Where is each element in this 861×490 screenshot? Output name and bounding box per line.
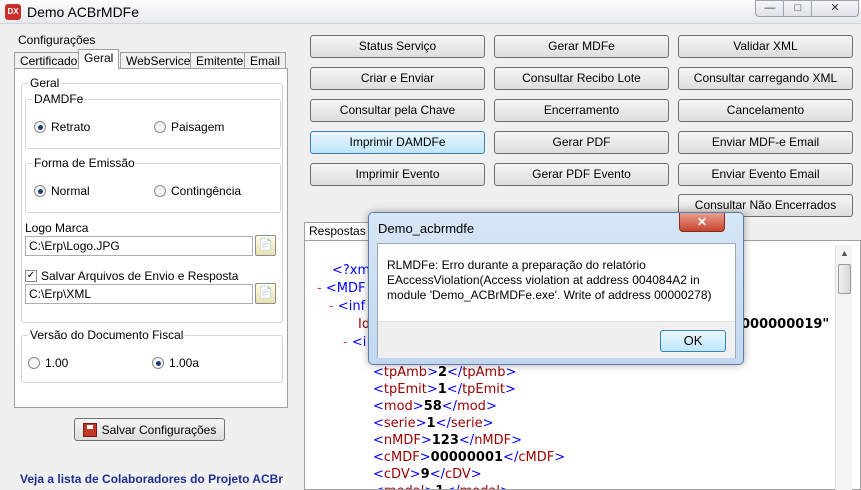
- radio-retrato-dot: [34, 121, 46, 133]
- colaboradores-link[interactable]: Veja a lista de Colaboradores do Projeto…: [20, 472, 283, 486]
- criar-enviar-button[interactable]: Criar e Enviar: [310, 67, 485, 90]
- enviar-mdfe-email-button[interactable]: Enviar MDF-e Email: [678, 131, 853, 154]
- versao-title: Versão do Documento Fiscal: [28, 328, 186, 342]
- dialog-footer: OK: [378, 321, 735, 358]
- logo-label: Logo Marca: [25, 221, 89, 235]
- save-disk-icon: [82, 422, 97, 437]
- validar-xml-button[interactable]: Validar XML: [678, 35, 853, 58]
- xml-line-tpamb: <tpAmb>2</tpAmb>: [373, 365, 517, 380]
- dialog-close-icon[interactable]: ✕: [679, 213, 725, 232]
- tab-respostas[interactable]: Respostas: [304, 222, 371, 240]
- tab-emitente[interactable]: Emitente: [190, 52, 250, 69]
- logo-browse-icon[interactable]: 📄: [255, 235, 276, 256]
- xml-browse-icon[interactable]: 📄: [255, 283, 276, 304]
- geral-group-title: Geral: [28, 76, 62, 90]
- collapse-icon[interactable]: -: [329, 299, 334, 314]
- damdfe-group-title: DAMDFe: [32, 92, 86, 106]
- xml-line: 000000019": [741, 317, 829, 332]
- radio-contingencia-label: Contingência: [171, 184, 242, 198]
- dialog-title: Demo_acbrmdfe: [378, 221, 475, 236]
- versao-group: Versão do Documento Fiscal 1.00 1.00a: [21, 328, 283, 383]
- consultar-carregando-xml-button[interactable]: Consultar carregando XML: [678, 67, 853, 90]
- radio-versao-100a[interactable]: 1.00a: [152, 356, 199, 370]
- tab-email[interactable]: Email: [244, 52, 287, 69]
- dialog-body: RLMDFe: Erro durante a preparação do rel…: [377, 243, 736, 358]
- xml-line-modal: <modal>1</modal>: [373, 484, 511, 489]
- xml-line: - <MDF: [317, 281, 365, 296]
- radio-versao-100-dot: [28, 357, 40, 369]
- scroll-up-icon[interactable]: ▲: [836, 245, 853, 262]
- xml-tag-ide: <i: [351, 335, 367, 350]
- main-window: DX Demo ACBrMDFe — □ ✕ Configurações Cer…: [0, 0, 861, 490]
- radio-normal-dot: [34, 185, 46, 197]
- gerar-mdfe-button[interactable]: Gerar MDFe: [494, 35, 669, 58]
- radio-normal[interactable]: Normal: [34, 184, 90, 198]
- xml-id-value: 000000019": [741, 317, 830, 332]
- xml-line-mod: <mod>58</mod>: [373, 399, 497, 414]
- radio-paisagem-dot: [154, 121, 166, 133]
- radio-versao-100[interactable]: 1.00: [28, 356, 68, 370]
- radio-versao-100-label: 1.00: [45, 356, 69, 370]
- forma-emissao-group: Forma de Emissão Normal Contingência: [25, 156, 281, 213]
- status-servico-button[interactable]: Status Serviço: [310, 35, 485, 58]
- forma-emissao-title: Forma de Emissão: [32, 156, 137, 170]
- tab-certificado[interactable]: Certificado: [14, 52, 84, 69]
- salvar-arquivos-label: Salvar Arquivos de Envio e Resposta: [41, 269, 239, 283]
- minimize-icon[interactable]: —: [755, 0, 785, 17]
- radio-contingencia[interactable]: Contingência: [154, 184, 241, 198]
- xml-line-tpemit: <tpEmit>1</tpEmit>: [373, 382, 516, 397]
- logo-path-input[interactable]: C:\Erp\Logo.JPG: [25, 236, 253, 256]
- radio-paisagem-label: Paisagem: [171, 120, 225, 134]
- radio-contingencia-dot: [154, 185, 166, 197]
- xml-path-input[interactable]: C:\Erp\XML: [25, 284, 253, 304]
- xml-line: - <i: [343, 335, 366, 350]
- salvar-arquivos-checkbox[interactable]: ✓ Salvar Arquivos de Envio e Resposta: [25, 269, 238, 283]
- checkbox-check-icon: ✓: [25, 270, 37, 282]
- xml-tag-inf: <inf: [337, 299, 366, 314]
- window-title: Demo ACBrMDFe: [27, 4, 140, 20]
- app-icon: DX: [5, 4, 21, 20]
- geral-tab-page: Geral DAMDFe Retrato Paisagem Forma de E…: [14, 68, 288, 408]
- cancelamento-button[interactable]: Cancelamento: [678, 99, 853, 122]
- radio-paisagem[interactable]: Paisagem: [154, 120, 224, 134]
- xml-line-nmdf: <nMDF>123</nMDF>: [373, 433, 523, 448]
- save-config-button[interactable]: Salvar Configurações: [74, 418, 225, 441]
- enviar-evento-email-button[interactable]: Enviar Evento Email: [678, 163, 853, 186]
- radio-retrato[interactable]: Retrato: [34, 120, 90, 134]
- xml-tag-mdfe: <MDF: [325, 281, 366, 296]
- save-config-label: Salvar Configurações: [101, 422, 217, 437]
- radio-versao-100a-label: 1.00a: [169, 356, 200, 370]
- xml-line-serie: <serie>1</serie>: [373, 416, 494, 431]
- radio-retrato-label: Retrato: [51, 120, 91, 134]
- xml-line: - <inf: [329, 299, 365, 314]
- config-section-label: Configurações: [18, 33, 96, 47]
- xml-line-cmdf: <cMDF>00000001</cMDF>: [373, 450, 566, 465]
- dialog-message: RLMDFe: Erro durante a preparação do rel…: [387, 258, 712, 302]
- encerramento-button[interactable]: Encerramento: [494, 99, 669, 122]
- consultar-recibo-lote-button[interactable]: Consultar Recibo Lote: [494, 67, 669, 90]
- xml-line-cdv: <cDV>9</cDV>: [373, 467, 482, 482]
- title-bar: DX Demo ACBrMDFe — □ ✕: [0, 0, 861, 24]
- error-dialog: Demo_acbrmdfe ✕ RLMDFe: Erro durante a p…: [368, 212, 744, 365]
- radio-normal-label: Normal: [51, 184, 90, 198]
- ok-button[interactable]: OK: [660, 330, 726, 352]
- damdfe-group: DAMDFe Retrato Paisagem: [25, 92, 281, 149]
- radio-versao-100a-dot: [152, 357, 164, 369]
- consultar-chave-button[interactable]: Consultar pela Chave: [310, 99, 485, 122]
- collapse-icon[interactable]: -: [317, 281, 322, 296]
- close-icon[interactable]: ✕: [811, 0, 859, 17]
- tab-webservice[interactable]: WebService: [120, 52, 197, 69]
- imprimir-damdfe-button[interactable]: Imprimir DAMDFe: [310, 131, 485, 154]
- scroll-thumb[interactable]: [838, 264, 851, 294]
- gerar-pdf-button[interactable]: Gerar PDF: [494, 131, 669, 154]
- maximize-icon[interactable]: □: [783, 0, 813, 17]
- tab-geral[interactable]: Geral: [78, 49, 120, 69]
- xml-scrollbar[interactable]: ▲: [835, 245, 852, 490]
- collapse-icon[interactable]: -: [343, 335, 348, 350]
- gerar-pdf-evento-button[interactable]: Gerar PDF Evento: [494, 163, 669, 186]
- imprimir-evento-button[interactable]: Imprimir Evento: [310, 163, 485, 186]
